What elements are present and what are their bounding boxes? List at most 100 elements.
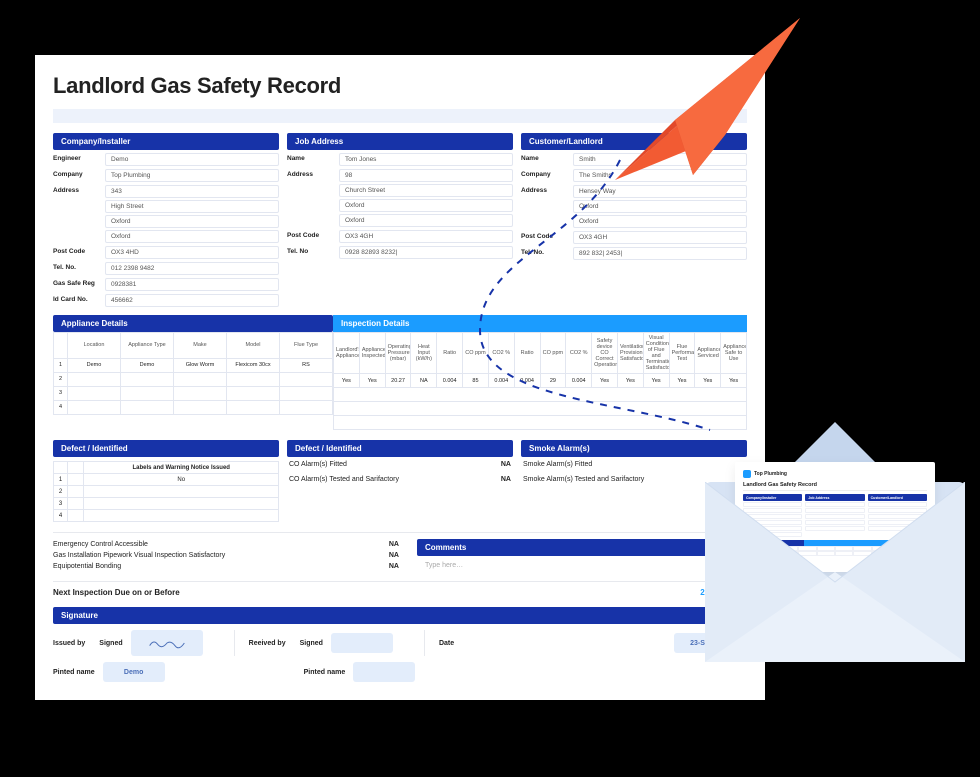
table-row bbox=[334, 388, 747, 402]
company-value: Top Plumbing bbox=[105, 169, 279, 182]
received-signature-box[interactable] bbox=[331, 633, 393, 653]
printed-name-value-received bbox=[353, 662, 415, 682]
pipework-inspection-label: Gas Installation Pipework Visual Inspect… bbox=[53, 552, 359, 559]
job-tel-value: 0928 82893 8232| bbox=[339, 246, 513, 259]
signed-label-issued: Signed bbox=[99, 640, 122, 647]
company-installer-heading: Company/Installer bbox=[53, 133, 279, 150]
address-line: Oxford bbox=[339, 214, 513, 227]
cust-postcode-value: OX3 4GH bbox=[573, 231, 747, 244]
inspection-details-heading: Inspection Details bbox=[333, 315, 747, 332]
brand-name: Top Plumbing bbox=[754, 471, 787, 477]
comments-heading: Comments bbox=[417, 539, 747, 556]
gas-safe-reg-value: 0928381 bbox=[105, 278, 279, 291]
next-inspection-row: Next Inspection Due on or Before 22-Sep-… bbox=[53, 581, 747, 597]
job-name-label: Name bbox=[287, 153, 339, 162]
job-address-label: Address bbox=[287, 169, 339, 178]
pipework-inspection-value: NA bbox=[359, 552, 399, 559]
address-line: Oxford bbox=[105, 215, 279, 228]
printed-name-label-issued: Pinted name bbox=[53, 669, 95, 676]
bonding-value: NA bbox=[359, 563, 399, 570]
signature-scribble-icon bbox=[147, 636, 187, 650]
co-fitted-value: NA bbox=[501, 461, 511, 468]
address-line: 343 bbox=[105, 185, 279, 198]
table-row: 3 bbox=[54, 387, 333, 401]
comments-panel: Comments Type here… bbox=[417, 539, 747, 575]
table-row: 1DemoDemoGlow WormFlexicom 30cxRS bbox=[54, 359, 333, 373]
comments-input[interactable]: Type here… bbox=[417, 556, 747, 575]
job-address-panel: Job Address NameTom Jones Address 98 Chu… bbox=[287, 133, 513, 307]
table-row bbox=[334, 416, 747, 430]
co-tested-value: NA bbox=[501, 476, 511, 483]
bonding-label: Equipotential Bonding bbox=[53, 563, 359, 570]
checks-section: Emergency Control AccessibleNA Gas Insta… bbox=[53, 532, 747, 575]
tel-value: 012 2398 9482 bbox=[105, 262, 279, 275]
envelope-front-icon bbox=[705, 482, 965, 662]
address-line: 98 bbox=[339, 169, 513, 182]
address-label: Address bbox=[53, 185, 105, 194]
appliance-details-table: Location Appliance Type Make Model Flue … bbox=[53, 332, 333, 415]
labels-warning-col: Labels and Warning Notice Issued bbox=[84, 462, 279, 474]
printed-name-row: Pinted name Demo Pinted name bbox=[53, 662, 747, 682]
printed-name-label-received: Pinted name bbox=[304, 669, 346, 676]
date-label: Date bbox=[439, 640, 454, 647]
smoke-fitted-label: Smoke Alarm(s) Fitted bbox=[523, 461, 592, 468]
table-row: Yes Yes 20.27 NA 0.004 85 0.004 0.004 29… bbox=[334, 374, 747, 388]
job-postcode-label: Post Code bbox=[287, 230, 339, 239]
job-postcode-value: OX3 4GH bbox=[339, 230, 513, 243]
inspection-details-table: Landlord's Appliance Appliance Inspected… bbox=[333, 332, 747, 430]
signed-label-received: Signed bbox=[300, 640, 323, 647]
col-location: Location bbox=[68, 333, 121, 359]
details-tables-row: Appliance Details Location Appliance Typ… bbox=[53, 315, 747, 430]
cust-name-label: Name bbox=[521, 153, 573, 162]
defect-identified-panel-mid: Defect / Identified CO Alarm(s) Fitted NA… bbox=[287, 440, 513, 522]
tel-label: Tel. No. bbox=[53, 262, 105, 271]
address-line: Oxford bbox=[105, 230, 279, 243]
table-header-row: Location Appliance Type Make Model Flue … bbox=[54, 333, 333, 359]
id-card-label: Id Card No. bbox=[53, 294, 105, 303]
col-model: Model bbox=[227, 333, 280, 359]
cust-postcode-label: Post Code bbox=[521, 231, 573, 240]
table-row: 2 bbox=[54, 373, 333, 387]
paper-plane-icon bbox=[605, 10, 805, 190]
co-tested-label: CO Alarm(s) Tested and Sarifactory bbox=[289, 476, 399, 483]
brand-icon bbox=[743, 470, 751, 478]
address-line: Oxford bbox=[573, 215, 747, 228]
job-tel-label: Tel. No bbox=[287, 246, 339, 255]
job-address-heading: Job Address bbox=[287, 133, 513, 150]
signature-heading: Signature bbox=[53, 607, 747, 624]
issued-signature-box[interactable] bbox=[131, 630, 203, 656]
table-header-row: Landlord's Appliance Appliance Inspected… bbox=[334, 333, 747, 374]
defect-heading-left: Defect / Identified bbox=[53, 440, 279, 457]
col-type: Appliance Type bbox=[121, 333, 174, 359]
col-num bbox=[54, 333, 68, 359]
defect-table: Labels and Warning Notice Issued 1No 2 3… bbox=[53, 461, 279, 522]
next-inspection-label: Next Inspection Due on or Before bbox=[53, 588, 180, 597]
emergency-control-value: NA bbox=[359, 541, 399, 548]
engineer-label: Engineer bbox=[53, 153, 105, 162]
col-make: Make bbox=[174, 333, 227, 359]
company-installer-panel: Company/Installer EngineerDemo CompanyTo… bbox=[53, 133, 279, 307]
defect-identified-panel-left: Defect / Identified Labels and Warning N… bbox=[53, 440, 279, 522]
cust-company-label: Company bbox=[521, 169, 573, 178]
signature-row: Issued by Signed Reeived by Signed Date … bbox=[53, 630, 747, 656]
defect-smoke-row: Defect / Identified Labels and Warning N… bbox=[53, 440, 747, 522]
appliance-details-heading: Appliance Details bbox=[53, 315, 333, 332]
table-row bbox=[334, 402, 747, 416]
defect-heading-mid: Defect / Identified bbox=[287, 440, 513, 457]
address-line: Oxford bbox=[573, 200, 747, 213]
address-line: High Street bbox=[105, 200, 279, 213]
address-line: Oxford bbox=[339, 199, 513, 212]
envelope-illustration: Top Plumbing Landlord Gas Safety Record … bbox=[705, 482, 965, 662]
emergency-control-label: Emergency Control Accessible bbox=[53, 541, 359, 548]
id-card-value: 456662 bbox=[105, 294, 279, 307]
cust-tel-value: 892 832| 2453| bbox=[573, 247, 747, 260]
cust-address-label: Address bbox=[521, 185, 573, 194]
postcode-label: Post Code bbox=[53, 246, 105, 255]
col-flue: Flue Type bbox=[280, 333, 333, 359]
co-fitted-label: CO Alarm(s) Fitted bbox=[289, 461, 347, 468]
issued-by-label: Issued by bbox=[53, 640, 85, 647]
postcode-value: OX3 4HD bbox=[105, 246, 279, 259]
smoke-tested-label: Smoke Alarm(s) Tested and Sarifactory bbox=[523, 476, 644, 483]
printed-name-value-issued: Demo bbox=[103, 662, 165, 682]
received-by-label: Reeived by bbox=[249, 640, 286, 647]
